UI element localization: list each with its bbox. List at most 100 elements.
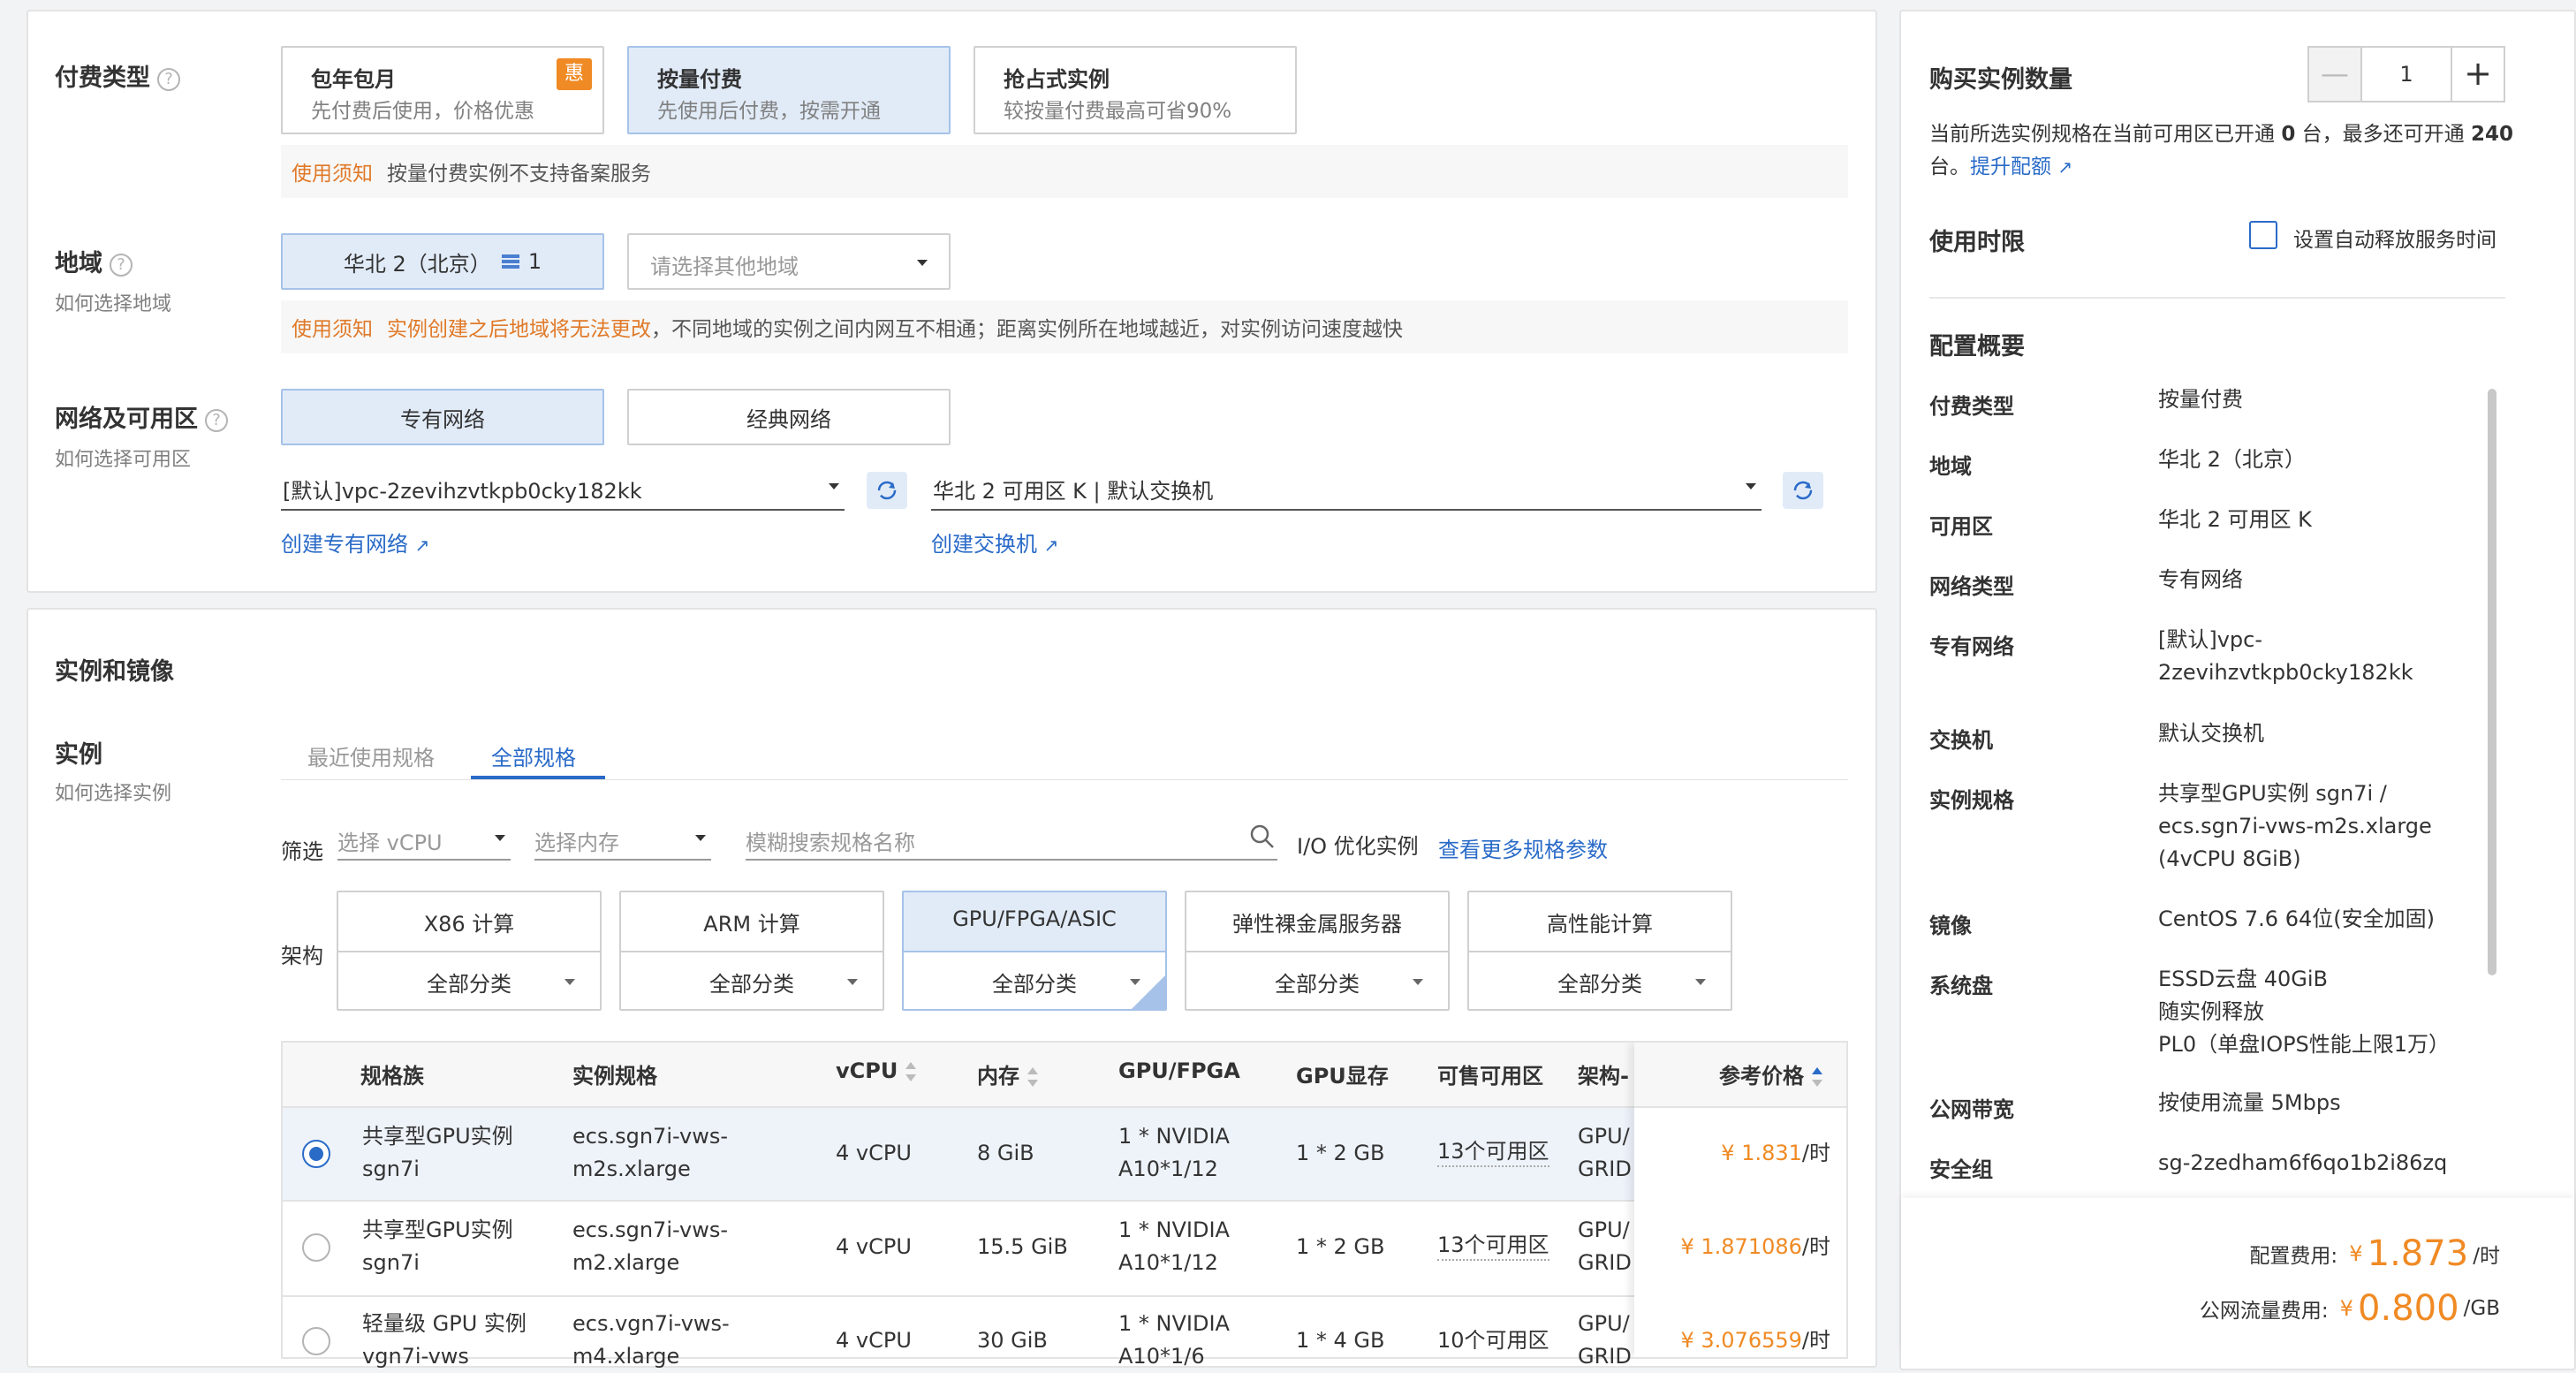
memory-placeholder: 选择内存 bbox=[534, 831, 619, 855]
row-spec: ecs.sgn7i-vws-m2.xlarge bbox=[572, 1217, 728, 1275]
help-icon[interactable]: ? bbox=[205, 408, 228, 432]
region-other-select[interactable]: 请选择其他地域 bbox=[627, 233, 951, 290]
billing-option-spot[interactable]: 抢占式实例 较按量付费最高可省90% bbox=[974, 46, 1297, 134]
vpc-value: [默认]vpc-2zevihzvtkpb0cky182kk bbox=[283, 479, 642, 504]
qty-stepper[interactable]: — 1 + bbox=[2307, 46, 2505, 102]
network-help-link[interactable]: 如何选择可用区 bbox=[55, 444, 191, 472]
row-zones[interactable]: 13个可用区 bbox=[1437, 1231, 1549, 1261]
instance-help-link[interactable]: 如何选择实例 bbox=[55, 778, 171, 806]
summary-key: 安全组 bbox=[1929, 1157, 1993, 1182]
row-memory: 8 GiB bbox=[977, 1141, 1034, 1165]
row-spec: ecs.sgn7i-vws-m2s.xlarge bbox=[572, 1124, 728, 1181]
arch-divider bbox=[904, 951, 1165, 952]
arch-x86[interactable]: X86 计算 全部分类 bbox=[337, 891, 602, 1011]
config-fee-label: 配置费用: bbox=[2249, 1245, 2338, 1268]
qty-decrease-button[interactable]: — bbox=[2309, 48, 2362, 101]
config-fee-currency: ¥ bbox=[2349, 1241, 2363, 1266]
qty-increase-button[interactable]: + bbox=[2451, 48, 2504, 101]
billing-label: 付费类型? bbox=[55, 58, 180, 93]
col-vcpu[interactable]: vCPU bbox=[836, 1058, 917, 1083]
row-radio[interactable] bbox=[302, 1140, 330, 1168]
arch-name: X86 计算 bbox=[423, 912, 515, 937]
row-zones[interactable]: 13个可用区 bbox=[1437, 1137, 1549, 1167]
network-type-classic[interactable]: 经典网络 bbox=[627, 389, 951, 445]
region-selected[interactable]: 华北 2（北京） 1 bbox=[281, 233, 604, 290]
row-price: ¥ 1.831/时 bbox=[1721, 1141, 1830, 1165]
summary-scrollbar[interactable] bbox=[2488, 389, 2496, 975]
memory-filter[interactable]: 选择内存 bbox=[534, 820, 711, 861]
arch-label: 架构 bbox=[281, 944, 323, 968]
help-icon[interactable]: ? bbox=[110, 253, 133, 277]
auto-release-checkbox[interactable] bbox=[2249, 221, 2277, 249]
vcpu-filter[interactable]: 选择 vCPU bbox=[337, 820, 511, 861]
arch-divider bbox=[621, 951, 883, 952]
spec-search-input[interactable]: 模糊搜索规格名称 bbox=[746, 820, 1277, 861]
instance-section-title: 实例和镜像 bbox=[55, 658, 174, 686]
arch-category-select[interactable]: 全部分类 bbox=[1469, 967, 1731, 998]
col-arch: 架构- bbox=[1578, 1064, 1629, 1089]
arch-category-select[interactable]: 全部分类 bbox=[621, 967, 883, 998]
auto-release-label[interactable]: 设置自动释放服务时间 bbox=[2293, 223, 2496, 253]
arch-category-select[interactable]: 全部分类 bbox=[338, 967, 600, 998]
row-gpu: 1 * NVIDIA A10*1/12 bbox=[1118, 1124, 1230, 1181]
summary-key: 系统盘 bbox=[1929, 974, 1993, 998]
arch-arm[interactable]: ARM 计算 全部分类 bbox=[619, 891, 884, 1011]
vpc-select[interactable]: [默认]vpc-2zevihzvtkpb0cky182kk bbox=[281, 470, 845, 511]
summary-key: 地域 bbox=[1929, 454, 1972, 479]
option-title: 抢占式实例 bbox=[1004, 67, 1110, 92]
summary-value: 专有网络 bbox=[2158, 567, 2243, 592]
col-memory[interactable]: 内存 bbox=[977, 1058, 1039, 1089]
row-vcpu: 4 vCPU bbox=[836, 1141, 912, 1165]
more-spec-params-link[interactable]: 查看更多规格参数 bbox=[1438, 832, 1608, 863]
create-vpc-link[interactable]: 创建专有网络 ↗ bbox=[281, 527, 429, 558]
search-icon[interactable] bbox=[1249, 823, 1276, 850]
region-help-link[interactable]: 如何选择地域 bbox=[55, 288, 171, 316]
notice-text: ，不同地域的实例之间内网互不相通；距离实例所在地域越近，对实例访问速度越快 bbox=[651, 318, 1403, 341]
create-vswitch-link[interactable]: 创建交换机 ↗ bbox=[931, 527, 1058, 558]
vswitch-select[interactable]: 华北 2 可用区 K | 默认交换机 bbox=[931, 470, 1762, 511]
network-type-vpc[interactable]: 专有网络 bbox=[281, 389, 604, 445]
external-link-icon: ↗ bbox=[1043, 535, 1059, 556]
arch-category-select[interactable]: 全部分类 bbox=[904, 967, 1165, 998]
tab-recent-specs[interactable]: 最近使用规格 bbox=[307, 740, 435, 771]
sort-icon bbox=[905, 1062, 917, 1081]
traffic-fee-label: 公网流量费用: bbox=[2199, 1300, 2329, 1323]
region-selected-content: 华北 2（北京） 1 bbox=[283, 235, 602, 288]
summary-value: 默认交换机 bbox=[2158, 721, 2264, 746]
raise-quota-link[interactable]: 提升配额 bbox=[1970, 156, 2051, 178]
config-fee-unit: /时 bbox=[2473, 1245, 2500, 1268]
arch-name: 弹性裸金属服务器 bbox=[1232, 912, 1402, 937]
row-radio[interactable] bbox=[302, 1233, 330, 1262]
row-radio[interactable] bbox=[302, 1327, 330, 1355]
duration-label: 使用时限 bbox=[1929, 229, 2025, 256]
option-desc: 先付费后使用，价格优惠 bbox=[311, 100, 534, 123]
billing-option-subscription[interactable]: 包年包月 先付费后使用，价格优惠 惠 bbox=[281, 46, 604, 134]
arch-bare-metal[interactable]: 弹性裸金属服务器 全部分类 bbox=[1185, 891, 1450, 1011]
vswitch-value: 华北 2 可用区 K | 默认交换机 bbox=[933, 479, 1214, 504]
row-zones[interactable]: 10个可用区 bbox=[1437, 1324, 1549, 1357]
chevron-down-icon bbox=[1695, 979, 1706, 985]
traffic-fee-currency: ¥ bbox=[2339, 1296, 2353, 1321]
vswitch-refresh-button[interactable] bbox=[1783, 472, 1823, 509]
help-icon[interactable]: ? bbox=[157, 67, 180, 91]
summary-key: 镜像 bbox=[1929, 914, 1972, 938]
summary-value: 华北 2（北京） bbox=[2158, 447, 2306, 472]
chevron-down-icon bbox=[829, 483, 839, 489]
arch-divider bbox=[338, 951, 600, 952]
billing-option-payg[interactable]: 按量付费 先使用后付费，按需开通 bbox=[627, 46, 951, 134]
notice-warning: 实例创建之后地域将无法更改 bbox=[387, 318, 651, 341]
region-other-placeholder: 请选择其他地域 bbox=[650, 254, 799, 279]
row-vcpu: 4 vCPU bbox=[836, 1328, 912, 1353]
tab-all-specs[interactable]: 全部规格 bbox=[491, 740, 576, 771]
traffic-fee-unit: /GB bbox=[2463, 1297, 2500, 1320]
row-gpu: 1 * NVIDIA A10*1/12 bbox=[1118, 1217, 1230, 1275]
vpc-refresh-button[interactable] bbox=[867, 472, 907, 509]
summary-title: 配置概要 bbox=[1929, 333, 2025, 360]
arch-hpc[interactable]: 高性能计算 全部分类 bbox=[1467, 891, 1732, 1011]
arch-name: 高性能计算 bbox=[1547, 912, 1653, 937]
col-price[interactable]: 参考价格 bbox=[1719, 1058, 1823, 1089]
config-fee-value: 1.873 bbox=[2367, 1233, 2469, 1274]
arch-category-select[interactable]: 全部分类 bbox=[1186, 967, 1448, 998]
arch-gpu[interactable]: GPU/FPGA/ASIC 全部分类 bbox=[902, 891, 1167, 1011]
summary-key: 公网带宽 bbox=[1929, 1097, 2014, 1122]
